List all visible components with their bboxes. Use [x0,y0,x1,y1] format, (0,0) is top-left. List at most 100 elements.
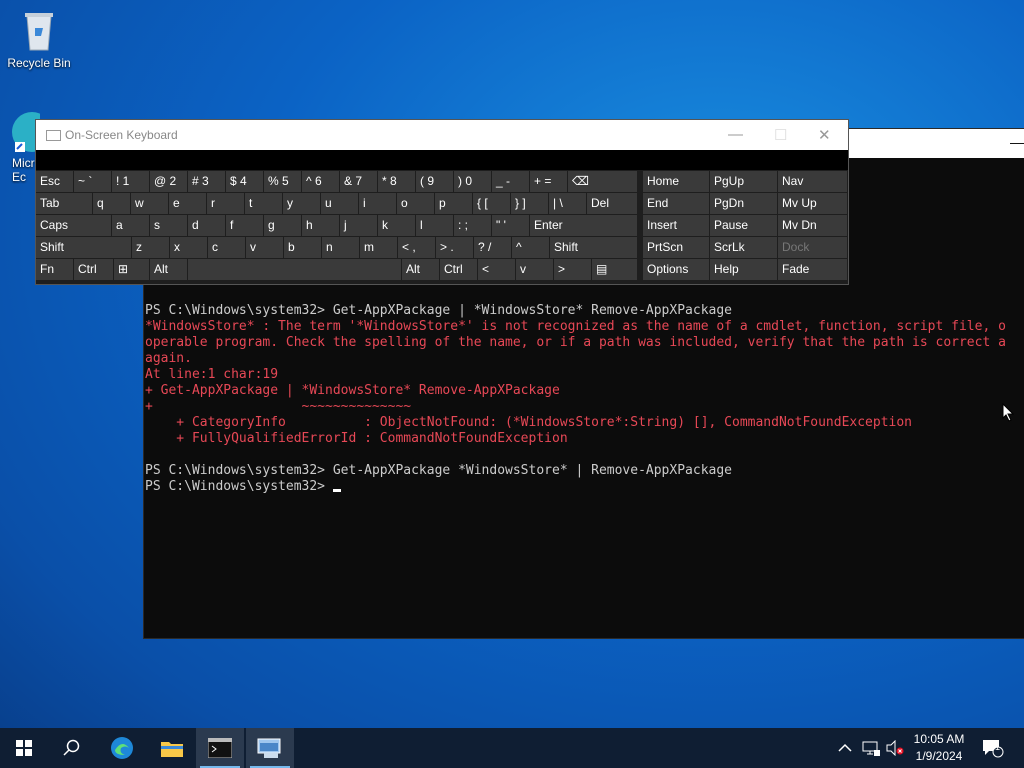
osk-key[interactable]: e [169,193,207,215]
osk-key[interactable]: Shift [36,237,132,259]
volume-muted-icon[interactable] [886,728,904,768]
osk-key[interactable]: + = [530,171,568,193]
osk-key[interactable]: m [360,237,398,259]
console-output[interactable]: PS C:\Windows\system32> Get-AppXPackage … [145,303,1024,495]
close-icon[interactable]: ✕ [818,126,831,144]
osk-key[interactable]: $ 4 [226,171,264,193]
osk-key[interactable]: * 8 [378,171,416,193]
osk-key[interactable]: Alt [150,259,188,281]
osk-key[interactable]: ! 1 [112,171,150,193]
osk-key[interactable]: < , [398,237,436,259]
osk-key[interactable]: { [ [473,193,511,215]
osk-key[interactable]: ~ ` [74,171,112,193]
osk-key[interactable] [188,259,402,281]
osk-key[interactable]: a [112,215,150,237]
network-icon[interactable] [862,728,880,768]
taskbar-clock[interactable]: 10:05 AM 1/9/2024 [905,731,973,765]
osk-key[interactable]: Ctrl [74,259,114,281]
osk-key[interactable]: Ctrl [440,259,478,281]
osk-key[interactable]: g [264,215,302,237]
osk-key[interactable]: i [359,193,397,215]
minimize-icon[interactable]: — [1010,135,1024,149]
osk-key[interactable]: ) 0 [454,171,492,193]
osk-taskbar-button[interactable] [246,728,294,768]
osk-key[interactable]: Fn [36,259,74,281]
osk-key[interactable]: v [516,259,554,281]
osk-key[interactable]: c [208,237,246,259]
osk-key[interactable]: y [283,193,321,215]
osk-key[interactable]: b [284,237,322,259]
osk-key[interactable]: _ - [492,171,530,193]
osk-nav-key[interactable]: Fade [778,259,848,281]
osk-key[interactable]: Alt [402,259,440,281]
osk-nav-key[interactable]: Options [643,259,710,281]
osk-nav-key[interactable]: Mv Dn [778,215,848,237]
osk-key[interactable]: ▤ [592,259,638,281]
osk-key[interactable]: @ 2 [150,171,188,193]
search-button[interactable] [48,728,96,768]
on-screen-keyboard-window[interactable]: On-Screen Keyboard — ☐ ✕ Esc ~ `! 1 @ 2 # 3… [36,120,848,284]
osk-key[interactable]: s [150,215,188,237]
osk-nav-key[interactable]: End [643,193,710,215]
osk-key[interactable]: l [416,215,454,237]
osk-nav-key[interactable]: Help [710,259,778,281]
osk-titlebar[interactable]: On-Screen Keyboard — ☐ ✕ [36,120,848,150]
osk-nav-key[interactable]: Mv Up [778,193,848,215]
osk-key[interactable]: q [93,193,131,215]
osk-key[interactable]: ? / [474,237,512,259]
osk-key[interactable]: # 3 [188,171,226,193]
osk-key[interactable]: z [132,237,170,259]
show-hidden-icons-button[interactable] [838,728,852,768]
osk-key[interactable]: Shift [550,237,638,259]
osk-key[interactable]: u [321,193,359,215]
osk-nav-key[interactable]: PrtScn [643,237,710,259]
osk-key[interactable]: Caps [36,215,112,237]
file-explorer-button[interactable] [148,728,196,768]
osk-key[interactable]: d [188,215,226,237]
start-button[interactable] [0,728,48,768]
osk-nav-key[interactable]: Insert [643,215,710,237]
osk-key[interactable]: " ' [492,215,530,237]
osk-key[interactable]: > [554,259,592,281]
osk-key[interactable]: | \ [549,193,587,215]
osk-key[interactable]: w [131,193,169,215]
osk-key[interactable]: ^ 6 [302,171,340,193]
osk-key[interactable]: } ] [511,193,549,215]
osk-key[interactable]: j [340,215,378,237]
maximize-icon[interactable]: ☐ [774,126,787,144]
osk-key[interactable]: ( 9 [416,171,454,193]
recycle-bin-icon[interactable]: Recycle Bin [4,8,74,70]
osk-key[interactable]: v [246,237,284,259]
osk-key[interactable]: t [245,193,283,215]
osk-key[interactable]: & 7 [340,171,378,193]
powershell-taskbar-button[interactable] [196,728,244,768]
osk-key[interactable]: : ; [454,215,492,237]
osk-key[interactable]: x [170,237,208,259]
osk-nav-key[interactable]: Pause [710,215,778,237]
osk-key[interactable]: p [435,193,473,215]
osk-nav-key[interactable]: ScrLk [710,237,778,259]
osk-key[interactable]: k [378,215,416,237]
osk-key[interactable]: > . [436,237,474,259]
osk-key[interactable]: ⊞ [114,259,150,281]
osk-key[interactable]: r [207,193,245,215]
osk-key[interactable]: h [302,215,340,237]
osk-key[interactable]: o [397,193,435,215]
osk-nav-key[interactable]: Nav [778,171,848,193]
osk-key[interactable]: Esc [36,171,74,193]
minimize-icon[interactable]: — [728,126,743,143]
osk-key[interactable]: Tab [36,193,93,215]
osk-nav-key[interactable]: Home [643,171,710,193]
osk-key[interactable]: f [226,215,264,237]
osk-nav-key[interactable]: PgUp [710,171,778,193]
osk-key[interactable]: < [478,259,516,281]
osk-nav-key[interactable]: Dock [778,237,848,259]
osk-key[interactable]: ^ [512,237,550,259]
action-center-button[interactable]: 1 [982,728,1004,768]
osk-key[interactable]: ⌫ [568,171,638,193]
osk-key[interactable]: Enter [530,215,638,237]
edge-taskbar-button[interactable] [98,728,146,768]
edge-desktop-icon[interactable]: Micr Ec [0,102,40,184]
osk-key[interactable]: % 5 [264,171,302,193]
osk-nav-key[interactable]: PgDn [710,193,778,215]
